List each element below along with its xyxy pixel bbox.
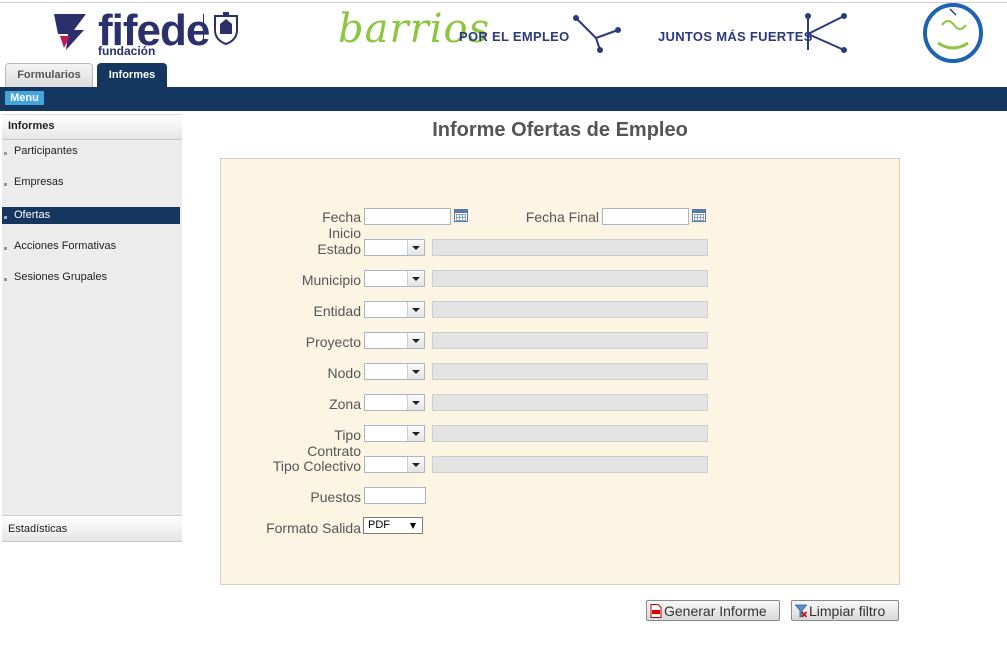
formato-salida-select[interactable]: PDF [363, 517, 423, 534]
fecha-inicio-calendar-icon[interactable] [454, 209, 468, 222]
sidebar-item-estadisticas[interactable]: Estadísticas [2, 515, 182, 542]
sidebar-item-label: Empresas [14, 176, 64, 188]
bullet-icon [4, 247, 7, 250]
fecha-final-calendar-icon[interactable] [692, 209, 706, 222]
tipo-colectivo-label: Tipo Colectivo [272, 458, 361, 474]
sidebar-item-acciones-formativas[interactable]: Acciones Formativas [2, 238, 180, 255]
tab-formularios[interactable]: Formularios [5, 63, 93, 88]
sidebar-item-empresas[interactable]: Empresas [2, 174, 180, 191]
page-title: Informe Ofertas de Empleo [432, 119, 688, 141]
clear-filter-icon [795, 604, 807, 618]
proyecto-combo[interactable] [364, 332, 425, 349]
entidad-description [432, 301, 708, 318]
tipo-contrato-label: Tipo Contrato [307, 427, 361, 459]
zona-label: Zona [329, 396, 361, 412]
formato-salida-label: Formato Salida [266, 520, 361, 536]
puestos-input[interactable] [364, 487, 426, 504]
nodo-combo[interactable] [364, 363, 425, 380]
sidebar-title: Informes [2, 114, 182, 140]
bullet-icon [4, 183, 7, 186]
cabildo-shield-icon [214, 12, 238, 46]
sidebar-footer-label: Estadísticas [8, 523, 68, 535]
estado-description [432, 239, 708, 256]
sidebar-item-label: Ofertas [14, 209, 51, 221]
chevron-down-icon [410, 523, 416, 529]
entidad-combo[interactable] [364, 301, 425, 318]
fifede-brand-subtext: fundación [98, 44, 156, 58]
generar-informe-button[interactable]: Generar Informe [646, 600, 780, 621]
fecha-inicio-label: Fecha Inicio [322, 209, 361, 241]
menu-button[interactable]: Menu [5, 91, 44, 105]
slogan-text: JUNTOS MÁS FUERTES [658, 29, 813, 44]
estado-combo[interactable] [364, 239, 425, 256]
puestos-label: Puestos [310, 489, 361, 505]
generar-informe-label: Generar Informe [664, 603, 767, 619]
bullet-icon [4, 278, 7, 281]
tipo-colectivo-combo[interactable] [364, 456, 425, 473]
chevron-down-icon[interactable] [407, 426, 424, 441]
bullet-icon [4, 216, 7, 219]
zona-combo[interactable] [364, 394, 425, 411]
estado-label: Estado [317, 241, 361, 257]
municipio-label: Municipio [301, 272, 361, 288]
nodo-label: Nodo [327, 365, 361, 381]
chevron-down-icon[interactable] [407, 457, 424, 472]
sidebar-item-sesiones-grupales[interactable]: Sesiones Grupales [2, 269, 180, 286]
logo-divider [203, 14, 204, 44]
tipo-colectivo-description [432, 456, 708, 473]
municipio-description [432, 270, 708, 287]
municipio-combo[interactable] [364, 270, 425, 287]
fifede-logo-icon [54, 14, 86, 50]
chevron-down-icon[interactable] [407, 271, 424, 286]
campaign-tagline: POR EL EMPLEO [459, 29, 570, 44]
sidebar-item-label: Sesiones Grupales [14, 271, 107, 283]
tab-informes[interactable]: Informes [97, 63, 167, 88]
chevron-down-icon[interactable] [407, 333, 424, 348]
fecha-inicio-input[interactable] [364, 208, 451, 225]
chevron-down-icon[interactable] [407, 302, 424, 317]
barrios-circle-logo-icon [923, 3, 983, 63]
network-node-icon [573, 15, 621, 53]
entidad-label: Entidad [313, 303, 361, 319]
tipo-contrato-combo[interactable] [364, 425, 425, 442]
network-k-icon [805, 13, 847, 53]
formato-salida-value: PDF [368, 519, 390, 531]
bullet-icon [4, 152, 7, 155]
proyecto-label: Proyecto [305, 334, 361, 350]
sidebar-title-text: Informes [8, 120, 55, 132]
menu-bar [0, 87, 1007, 111]
tipo-contrato-description [432, 425, 708, 442]
chevron-down-icon[interactable] [407, 364, 424, 379]
fecha-final-input[interactable] [602, 208, 689, 225]
sidebar-item-label: Participantes [14, 145, 78, 157]
sidebar-item-label: Acciones Formativas [14, 240, 117, 252]
chevron-down-icon[interactable] [407, 395, 424, 410]
limpiar-filtro-label: Limpiar filtro [809, 603, 886, 619]
sidebar-item-ofertas[interactable]: Ofertas [2, 207, 180, 224]
fecha-final-label: Fecha Final [525, 209, 599, 225]
chevron-down-icon[interactable] [407, 240, 424, 255]
proyecto-description [432, 332, 708, 349]
sidebar-item-participantes[interactable]: Participantes [2, 143, 180, 160]
zona-description [432, 394, 708, 411]
header-top-line [0, 2, 1007, 3]
pdf-icon [650, 604, 662, 618]
limpiar-filtro-button[interactable]: Limpiar filtro [791, 600, 899, 621]
nodo-description [432, 363, 708, 380]
